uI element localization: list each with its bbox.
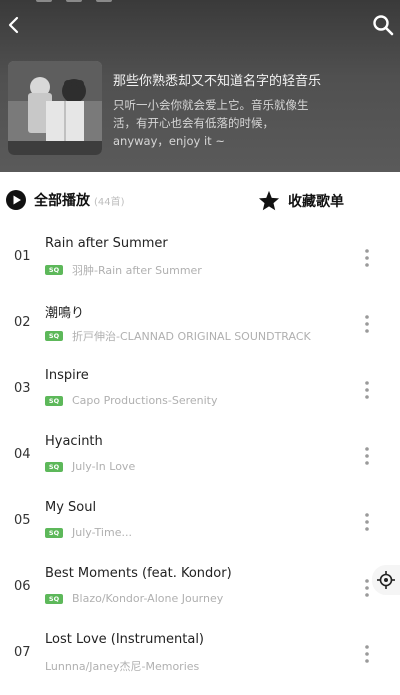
artist-album: Blazo/Kondor-Alone Journey <box>72 592 224 605</box>
artist-album: 折戸伸治-CLANNAD ORIGINAL SOUNDTRACK <box>72 330 311 343</box>
song-row[interactable]: 01 Rain after Summer SQ 羽肿-Rain after Summe… <box>0 226 400 292</box>
favorite-playlist-button[interactable]: 收藏歌单 <box>258 190 344 211</box>
song-row[interactable]: 03 Inspire SQ Capo Productions-Serenity <box>0 358 400 424</box>
song-meta: SQ Capo Productions-Serenity <box>45 394 218 407</box>
artist-album: 羽肿-Rain after Summer <box>72 264 202 277</box>
sq-badge: SQ <box>45 331 63 341</box>
song-row[interactable]: 06 Best Moments (feat. Kondor) SQ Blazo/Kon… <box>0 556 400 622</box>
favorite-label: 收藏歌单 <box>288 193 344 210</box>
song-row[interactable]: 07 Lost Love (Instrumental) Lunnna/Janey杰尼… <box>0 622 400 688</box>
song-meta: SQ 折戸伸治-CLANNAD ORIGINAL SOUNDTRACK <box>45 328 311 344</box>
play-all-label: 全部播放 <box>34 193 90 209</box>
more-options-icon[interactable] <box>363 644 371 664</box>
search-icon[interactable] <box>370 12 396 38</box>
song-row[interactable]: 05 My Soul SQ July-Time... <box>0 490 400 556</box>
sq-badge: SQ <box>45 265 63 275</box>
status-bar-remnant <box>36 0 112 2</box>
song-title: Best Moments (feat. Kondor) <box>45 566 232 581</box>
song-meta: SQ July-Time... <box>45 526 132 539</box>
artist-album: Lunnna/Janey杰尼-Memories <box>45 660 200 673</box>
sq-badge: SQ <box>45 593 63 604</box>
song-meta: SQ July-In Love <box>45 460 135 473</box>
artist-album: Capo Productions-Serenity <box>72 394 218 407</box>
playlist-description: 只听一小会你就会爱上它。音乐就像生活，有开心也会有低落的时候，anyway，en… <box>113 98 309 148</box>
track-number: 07 <box>14 645 31 660</box>
song-meta: SQ 羽肿-Rain after Summer <box>45 262 202 278</box>
more-options-icon[interactable] <box>363 314 371 334</box>
song-meta: SQ Blazo/Kondor-Alone Journey <box>45 592 223 605</box>
sq-badge: SQ <box>45 461 63 472</box>
track-number: 06 <box>14 579 31 594</box>
song-title: 潮鳴り <box>45 306 85 321</box>
track-number: 04 <box>14 447 31 462</box>
more-options-icon[interactable] <box>363 512 371 532</box>
sq-badge: SQ <box>45 527 63 538</box>
play-all-button[interactable]: 全部播放 (44首) <box>6 190 125 210</box>
playlist-title: 那些你熟悉却又不知道名字的轻音乐 <box>113 74 322 89</box>
locate-icon <box>377 571 395 589</box>
playlist-actions: 全部播放 (44首) 收藏歌单 <box>0 172 400 224</box>
song-meta: Lunnna/Janey杰尼-Memories <box>45 658 199 674</box>
more-options-icon[interactable] <box>363 248 371 268</box>
locate-current-song-button[interactable] <box>372 565 400 595</box>
back-icon[interactable] <box>2 12 28 38</box>
song-count: (44首) <box>94 196 125 208</box>
track-number: 02 <box>14 315 31 330</box>
song-row[interactable]: 02 潮鳴り SQ 折戸伸治-CLANNAD ORIGINAL SOUNDTRACK <box>0 292 400 358</box>
play-circle-icon <box>6 190 26 210</box>
playlist-header: 那些你熟悉却又不知道名字的轻音乐 只听一小会你就会爱上它。音乐就像生活，有开心也… <box>0 0 400 172</box>
artist-album: July-Time... <box>72 526 132 539</box>
more-options-icon[interactable] <box>363 380 371 400</box>
song-title: Hyacinth <box>45 434 103 449</box>
artist-album: July-In Love <box>72 460 136 473</box>
song-title: Rain after Summer <box>45 236 168 251</box>
more-options-icon[interactable] <box>363 578 371 598</box>
song-row[interactable]: 04 Hyacinth SQ July-In Love <box>0 424 400 490</box>
track-number: 03 <box>14 381 31 396</box>
song-title: Lost Love (Instrumental) <box>45 632 205 647</box>
song-title: My Soul <box>45 500 97 515</box>
song-title: Inspire <box>45 368 89 383</box>
track-number: 01 <box>14 249 31 264</box>
playlist-cover-image[interactable] <box>8 61 102 155</box>
song-list-panel: 全部播放 (44首) 收藏歌单 01 Rain after Summer SQ 羽肿-… <box>0 172 400 695</box>
star-icon <box>258 190 280 211</box>
more-options-icon[interactable] <box>363 446 371 466</box>
sq-badge: SQ <box>45 395 63 406</box>
track-number: 05 <box>14 513 31 528</box>
